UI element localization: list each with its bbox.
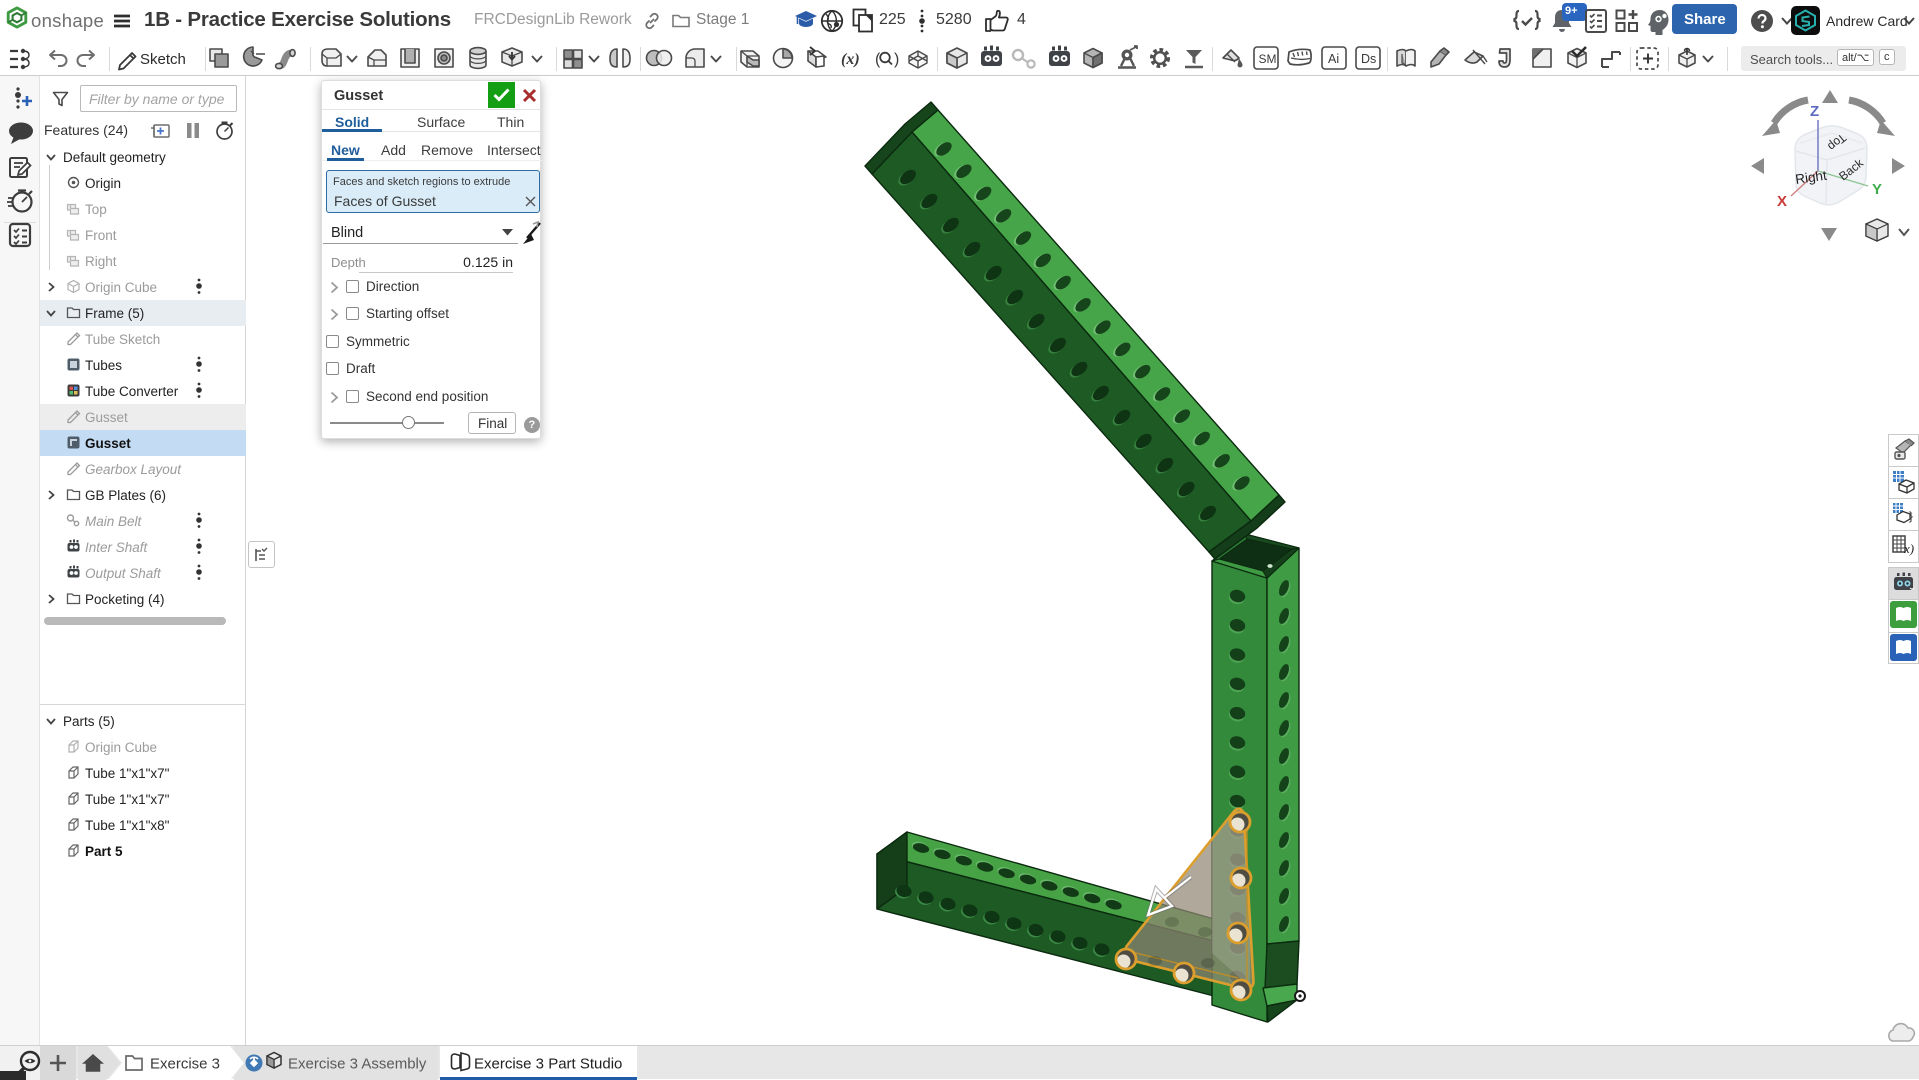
svg-text:Y: Y <box>1872 181 1882 198</box>
svg-text:X: X <box>1777 193 1787 210</box>
svg-text:Exercise 3 Assembly: Exercise 3 Assembly <box>288 1056 427 1073</box>
svg-text:): ) <box>894 51 899 68</box>
svg-text:(x): (x) <box>841 51 860 68</box>
svg-text:Ds: Ds <box>1361 52 1376 66</box>
svg-text:}: } <box>1909 509 1913 523</box>
svg-text:Ai: Ai <box>1328 52 1339 66</box>
svg-text:Exercise 3: Exercise 3 <box>150 1056 220 1073</box>
svg-text:Z: Z <box>1810 103 1819 120</box>
svg-text:Exercise 3 Part Studio: Exercise 3 Part Studio <box>474 1056 622 1073</box>
svg-text:x): x) <box>1903 541 1914 556</box>
svg-text:Sketch: Sketch <box>140 51 186 68</box>
svg-text:SM: SM <box>1259 52 1277 66</box>
